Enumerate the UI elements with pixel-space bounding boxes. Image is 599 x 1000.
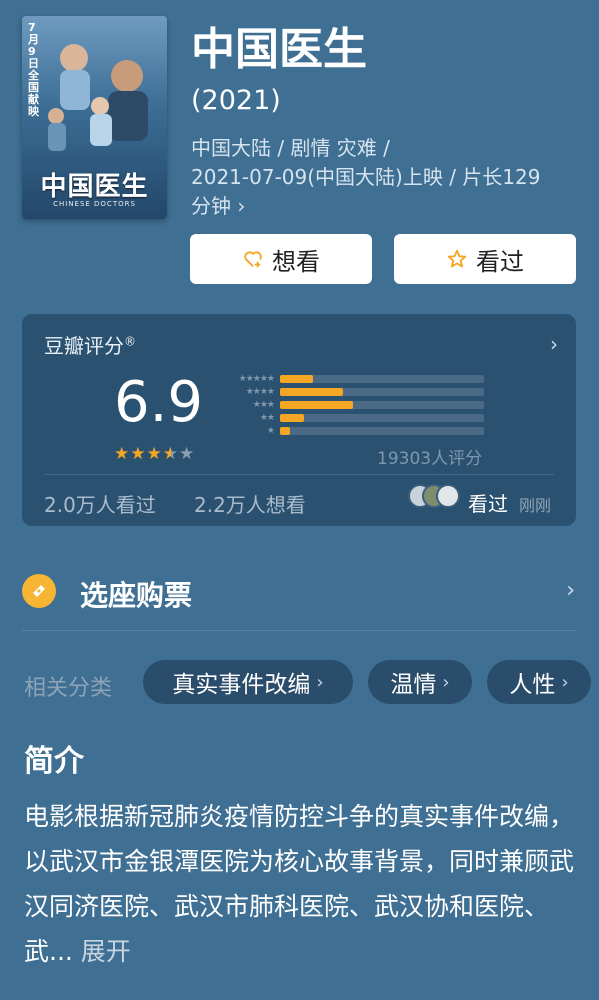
star-icon: ★ <box>146 444 163 464</box>
bar-star-icons: ★ <box>266 425 275 436</box>
rating-distribution: ★★★★★ ★★★★ ★★★ ★★ ★ <box>220 372 484 437</box>
rating-card[interactable]: 豆瓣评分® › 6.9 ★★★★★ ★★★★★ ★★★★ ★★★ ★★ ★ 19303人… <box>22 314 576 526</box>
movie-year: (2021) <box>191 85 281 116</box>
rating-bar-row: ★★★★★ <box>220 372 484 385</box>
heart-plus-icon <box>244 251 262 268</box>
wish-count[interactable]: 2.2万人想看 <box>194 489 306 518</box>
rating-bar-track <box>280 400 484 409</box>
rating-bar-row: ★ <box>220 424 484 437</box>
movie-poster[interactable]: 7月9日 全国献映 中国医生 CHINESE DOCTORS <box>22 16 167 219</box>
friend-time: 刚刚 <box>519 496 552 515</box>
expand-link[interactable]: 展开 <box>81 937 131 966</box>
rating-bar-track <box>280 426 484 435</box>
meta-duration-line: 分钟 › <box>191 194 246 218</box>
tag-label: 真实事件改编 <box>172 672 311 698</box>
watched-count[interactable]: 2.0万人看过 <box>44 489 156 518</box>
bar-star-icons: ★★★★★ <box>238 373 275 384</box>
star-icon: ★ <box>130 444 147 464</box>
rating-score: 6.9 <box>114 370 204 435</box>
rating-bar-row: ★★★★ <box>220 385 484 398</box>
chevron-right-icon[interactable]: › <box>566 578 575 603</box>
rating-stars: ★★★★★ <box>114 444 195 464</box>
rating-bar-track <box>280 413 484 422</box>
bar-star-icons: ★★★ <box>252 399 275 410</box>
watched-label: 看过 <box>476 247 524 276</box>
bar-star-icons: ★★ <box>259 412 275 423</box>
star-outline-icon <box>447 249 467 268</box>
bar-star-icons: ★★★★ <box>245 386 275 397</box>
want-to-watch-button[interactable]: 想看 <box>190 234 372 284</box>
synopsis-title: 简介 <box>24 744 84 779</box>
meta-release-line: 2021-07-09(中国大陆)上映 / 片长129 <box>191 165 541 189</box>
poster-title: 中国医生 <box>40 172 149 202</box>
tags-label: 相关分类 <box>24 676 113 701</box>
star-icon: ★ <box>162 444 179 464</box>
tag-label: 温情 <box>390 672 437 698</box>
rating-label: 豆瓣评分® <box>44 334 136 358</box>
tag-chip[interactable]: 人性 › <box>487 660 591 704</box>
movie-title: 中国医生 <box>191 24 367 75</box>
rating-bar-fill <box>280 374 313 383</box>
rating-bar-row: ★★★ <box>220 398 484 411</box>
poster-subtitle: CHINESE DOCTORS <box>53 200 136 208</box>
rating-bar-fill <box>280 400 354 409</box>
movie-meta[interactable]: 中国大陆 / 剧情 灾难 / 2021-07-09(中国大陆)上映 / 片长12… <box>191 134 586 221</box>
ticket-icon <box>22 574 56 608</box>
star-icon: ★ <box>179 444 196 464</box>
chevron-right-icon: › <box>442 671 450 693</box>
meta-genre-line: 中国大陆 / 剧情 灾难 / <box>191 136 390 160</box>
avatar <box>436 484 460 508</box>
chevron-right-icon[interactable]: › <box>550 332 558 356</box>
tag-chip[interactable]: 温情 › <box>368 660 472 704</box>
rating-count: 19303人评分 <box>377 449 483 469</box>
buy-ticket-button[interactable]: 选座购票 <box>80 574 192 614</box>
want-to-watch-label: 想看 <box>272 247 320 276</box>
rating-bar-row: ★★ <box>220 411 484 424</box>
rating-bar-fill <box>280 387 344 396</box>
chevron-right-icon: › <box>316 671 324 693</box>
poster-date-text: 7月9日 全国献映 <box>28 21 39 118</box>
rating-bar-track <box>280 374 484 383</box>
watched-button[interactable]: 看过 <box>394 234 576 284</box>
rating-bar-fill <box>280 426 291 435</box>
card-divider <box>44 474 554 475</box>
star-icon: ★ <box>114 444 131 464</box>
tag-chip[interactable]: 真实事件改编 › <box>143 660 353 704</box>
rating-bar-track <box>280 387 484 396</box>
friend-avatars[interactable] <box>408 484 464 510</box>
friend-status: 看过 <box>468 492 508 516</box>
synopsis-text: 电影根据新冠肺炎疫情防控斗争的真实事件改编，以武汉市金银潭医院为核心故事背景，同… <box>24 802 575 966</box>
section-divider <box>22 630 577 631</box>
poster-cast-illustration <box>48 44 148 151</box>
rating-bar-fill <box>280 413 305 422</box>
tag-label: 人性 <box>509 672 556 698</box>
chevron-right-icon: › <box>561 671 569 693</box>
